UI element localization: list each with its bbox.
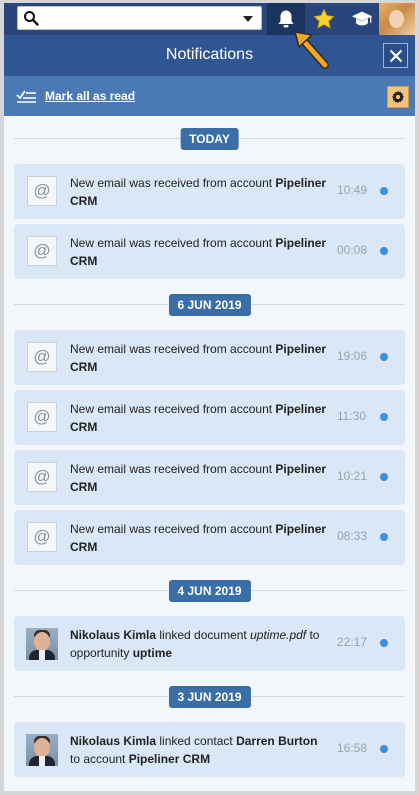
notification-item[interactable]: @ New email was received from account Pip… (14, 390, 405, 445)
academy-button[interactable] (343, 3, 381, 35)
notification-text: Nikolaus Kimla linked contact Darren Bur… (70, 732, 328, 768)
unread-dot[interactable] (380, 413, 388, 421)
avatar-part (34, 738, 50, 757)
notification-message: New email was received from account (70, 236, 276, 250)
at-sign-icon: @ (27, 402, 57, 432)
date-badge: 3 JUN 2019 (168, 686, 251, 708)
avatar-part (39, 650, 45, 660)
date-badge: 6 JUN 2019 (168, 294, 251, 316)
contact-name: Darren Burton (236, 734, 318, 748)
date-badge: 4 JUN 2019 (168, 580, 251, 602)
at-sign-icon: @ (27, 342, 57, 372)
at-sign-icon: @ (27, 176, 57, 206)
notification-text: Nikolaus Kimla linked document uptime.pd… (70, 626, 328, 662)
timestamp: 16:58 (337, 741, 368, 755)
timestamp: 11:30 (337, 409, 367, 423)
avatar-part (39, 756, 45, 766)
close-icon (389, 49, 402, 62)
notification-item[interactable]: Nikolaus Kimla linked contact Darren Bur… (14, 722, 405, 777)
at-sign-icon: @ (27, 522, 57, 552)
notification-item[interactable]: @ New email was received from account Pip… (14, 330, 405, 385)
date-separator: 3 JUN 2019 (14, 686, 405, 708)
unread-dot[interactable] (380, 247, 388, 255)
bell-icon (278, 10, 294, 28)
notification-message: New email was received from account (70, 522, 276, 536)
notification-message: New email was received from account (70, 402, 276, 416)
avatar (379, 3, 415, 35)
actor-name: Nikolaus Kimla (70, 734, 157, 748)
date-badge: TODAY (180, 128, 239, 150)
mark-all-read-icon (16, 90, 36, 103)
avatar (26, 734, 58, 766)
notification-text: New email was received from account Pipe… (70, 340, 328, 376)
avatar (26, 628, 58, 660)
avatar-part (34, 632, 50, 651)
notifications-panel: Notifications Mark all as read TODAY @ New… (4, 3, 415, 791)
page-title: Notifications (165, 46, 254, 63)
gear-icon (392, 90, 404, 104)
notification-text: New email was received from account Pipe… (70, 460, 328, 496)
star-icon (313, 8, 335, 29)
notification-text: New email was received from account Pipe… (70, 400, 328, 436)
settings-button[interactable] (387, 86, 409, 108)
date-separator: TODAY (14, 128, 405, 150)
user-avatar[interactable] (379, 3, 415, 35)
notification-text: New email was received from account Pipe… (70, 234, 328, 270)
notification-message: linked contact (156, 734, 237, 748)
unread-dot[interactable] (380, 745, 388, 753)
actor-name: Nikolaus Kimla (70, 628, 157, 642)
notification-message: to account (70, 752, 129, 766)
record-name: uptime (132, 646, 173, 660)
panel-header: Notifications (4, 35, 415, 76)
unread-dot[interactable] (380, 533, 388, 541)
timestamp: 00:08 (337, 243, 368, 257)
action-bar: Mark all as read (4, 76, 415, 116)
close-button[interactable] (383, 43, 408, 68)
notification-text: New email was received from account Pipe… (70, 520, 328, 556)
document-name: uptime.pdf (250, 628, 307, 642)
date-separator: 6 JUN 2019 (14, 294, 405, 316)
unread-dot[interactable] (380, 639, 388, 647)
timestamp: 10:21 (337, 469, 368, 483)
notification-item[interactable]: @ New email was received from account Pip… (14, 164, 405, 219)
timestamp: 08:33 (337, 529, 368, 543)
notification-item[interactable]: @ New email was received from account Pip… (14, 510, 405, 565)
search-input[interactable] (17, 6, 262, 30)
at-sign-icon: @ (27, 462, 57, 492)
timestamp: 22:17 (337, 635, 368, 649)
timestamp: 19:06 (337, 349, 368, 363)
notification-message: New email was received from account (70, 462, 276, 476)
notification-item[interactable]: Nikolaus Kimla linked document uptime.pd… (14, 616, 405, 671)
notification-message: New email was received from account (70, 176, 276, 190)
record-name: Pipeliner CRM (128, 752, 211, 766)
search-icon[interactable] (23, 10, 39, 31)
mark-all-read-link[interactable]: Mark all as read (45, 89, 135, 103)
chevron-down-icon[interactable] (243, 16, 253, 22)
notification-item[interactable]: @ New email was received from account Pip… (14, 450, 405, 505)
notification-text: New email was received from account Pipe… (70, 174, 328, 210)
pointer-arrow-icon (294, 31, 329, 69)
at-sign-icon: @ (27, 236, 57, 266)
notification-message: New email was received from account (70, 342, 276, 356)
unread-dot[interactable] (380, 353, 388, 361)
top-bar (4, 3, 415, 35)
graduation-cap-icon (351, 11, 373, 26)
timestamp: 10:49 (337, 183, 368, 197)
unread-dot[interactable] (380, 473, 388, 481)
unread-dot[interactable] (380, 187, 388, 195)
notification-message: linked document (156, 628, 251, 642)
date-separator: 4 JUN 2019 (14, 580, 405, 602)
notification-item[interactable]: @ New email was received from account Pip… (14, 224, 405, 279)
